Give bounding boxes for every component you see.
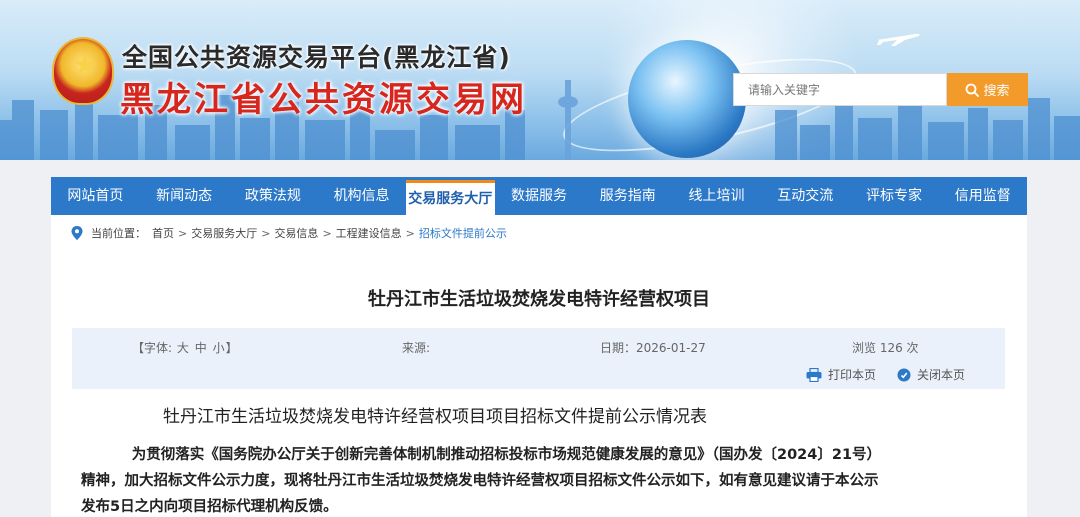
article-views: 浏览 126 次 [852, 341, 919, 355]
close-page-button[interactable]: 关闭本页 [897, 366, 965, 383]
nav-item-home[interactable]: 网站首页 [51, 177, 140, 215]
article-body: 为贯彻落实《国务院办公厅关于创新完善体制机制推动招标投标市场规范健康发展的意见》… [81, 447, 882, 515]
breadcrumb-engineering[interactable]: 工程建设信息 [336, 225, 402, 241]
article-date: 日期：2026-01-27 [600, 341, 706, 355]
site-title-primary: 全国公共资源交易平台(黑龙江省) [122, 43, 511, 72]
font-size-end: 】 [225, 341, 238, 355]
search-icon [966, 83, 980, 97]
breadcrumb-trading-info[interactable]: 交易信息 [274, 225, 318, 241]
article-meta-bar: 【字体: 大 中 小】 来源: 日期：2026-01-27 浏览 126 次 打… [72, 328, 1005, 389]
nav-item-policy[interactable]: 政策法规 [228, 177, 317, 215]
main-nav: 网站首页 新闻动态 政策法规 机构信息 交易服务大厅 数据服务 服务指南 线上培… [51, 177, 1027, 215]
content-panel: 当前位置： 首页 > 交易服务大厅 > 交易信息 > 工程建设信息 > 招标文件… [51, 215, 1027, 517]
close-icon [897, 368, 911, 381]
nav-item-news[interactable]: 新闻动态 [140, 177, 229, 215]
breadcrumb: 当前位置： 首页 > 交易服务大厅 > 交易信息 > 工程建设信息 > 招标文件… [71, 225, 507, 241]
article-source: 来源: [402, 341, 431, 355]
breadcrumb-home[interactable]: 首页 [152, 225, 174, 241]
font-size-medium[interactable]: 中 [195, 341, 207, 355]
breadcrumb-separator: > [178, 226, 188, 240]
nav-item-experts[interactable]: 评标专家 [850, 177, 939, 215]
nav-item-interaction[interactable]: 互动交流 [761, 177, 850, 215]
breadcrumb-trading-hall[interactable]: 交易服务大厅 [191, 225, 257, 241]
breadcrumb-separator: > [405, 226, 415, 240]
plane-icon [877, 33, 920, 46]
breadcrumb-current[interactable]: 招标文件提前公示 [419, 225, 507, 241]
nav-item-institutions[interactable]: 机构信息 [317, 177, 406, 215]
search-button[interactable]: 搜索 [947, 73, 1028, 106]
article-subtitle: 牡丹江市生活垃圾焚烧发电特许经营权项目项目招标文件提前公示情况表 [163, 407, 707, 427]
font-size-control: 【字体: 大 中 小】 [132, 339, 238, 356]
nav-item-service-guide[interactable]: 服务指南 [583, 177, 672, 215]
header-banner: 全国公共资源交易平台(黑龙江省) 黑龙江省公共资源交易网 搜索 [0, 0, 1080, 160]
search-input[interactable] [733, 73, 947, 106]
breadcrumb-prefix: 当前位置： [91, 227, 146, 240]
font-size-label: 【字体: [132, 341, 173, 355]
nav-item-credit[interactable]: 信用监督 [938, 177, 1027, 215]
print-button[interactable]: 打印本页 [806, 366, 876, 383]
breadcrumb-separator: > [261, 226, 271, 240]
article-title: 牡丹江市生活垃圾焚烧发电特许经营权项目 [368, 289, 710, 310]
print-icon [806, 367, 822, 382]
font-size-small[interactable]: 小 [213, 341, 225, 355]
font-size-large[interactable]: 大 [177, 341, 189, 355]
emblem-icon [52, 37, 114, 105]
print-label: 打印本页 [828, 368, 877, 382]
location-icon [71, 226, 83, 240]
nav-item-data-services[interactable]: 数据服务 [495, 177, 584, 215]
nav-item-online-training[interactable]: 线上培训 [672, 177, 761, 215]
nav-item-trading-hall[interactable]: 交易服务大厅 [405, 180, 495, 215]
close-page-label: 关闭本页 [917, 368, 966, 382]
site-title-secondary: 黑龙江省公共资源交易网 [120, 80, 527, 120]
search-button-label: 搜索 [983, 84, 1010, 99]
breadcrumb-separator: > [322, 226, 332, 240]
